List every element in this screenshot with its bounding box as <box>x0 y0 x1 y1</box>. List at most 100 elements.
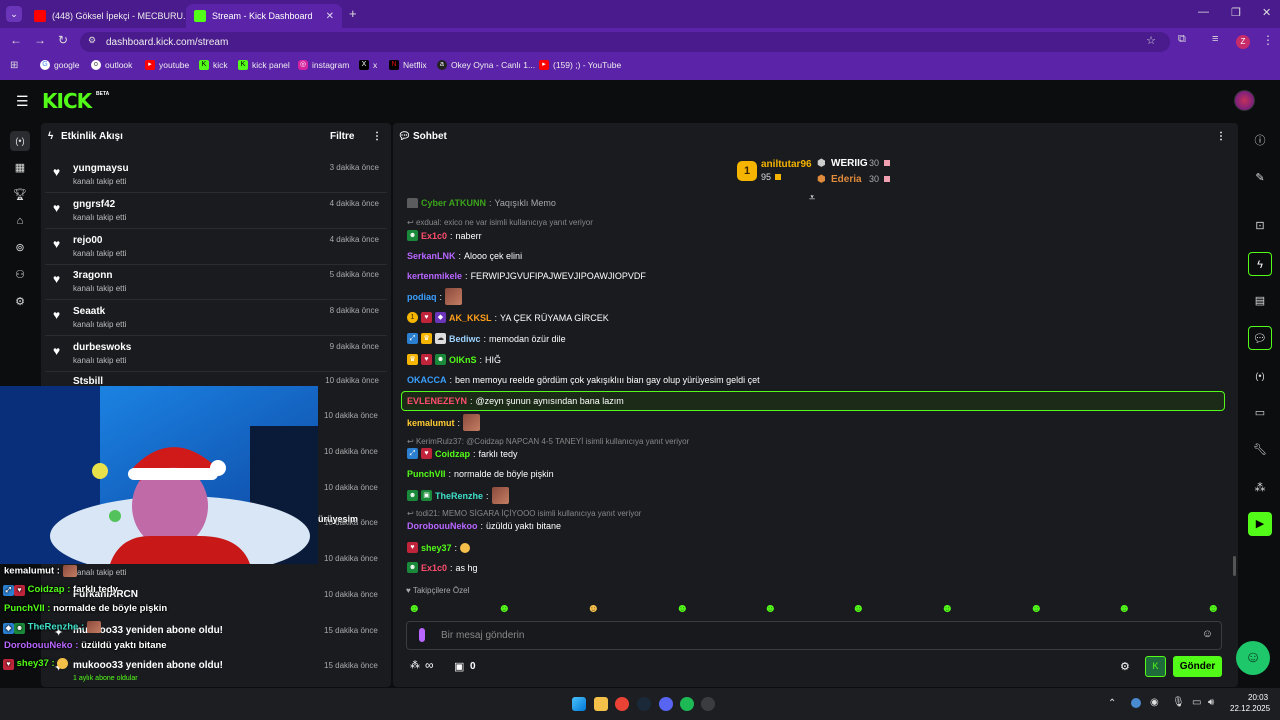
chat-user[interactable]: Ex1c0 <box>421 231 447 241</box>
emote-icon[interactable]: ☻ <box>676 601 689 615</box>
close-tab-icon[interactable]: ✕ <box>326 11 334 22</box>
kick-points-icon[interactable]: ⁂ <box>410 660 420 671</box>
activity-user[interactable]: rejo00 <box>73 235 102 246</box>
chat-user[interactable]: Ex1c0 <box>421 563 447 573</box>
activity-user[interactable]: Seaatk <box>73 306 105 317</box>
profile-avatar[interactable]: Z <box>1236 35 1250 49</box>
activity-user[interactable]: durbeswoks <box>73 342 131 353</box>
bookmark-netflix[interactable]: N Netflix <box>389 60 427 70</box>
chat-user[interactable]: EVLENEZEYN <box>407 396 467 406</box>
network-icon[interactable]: ▭ <box>1192 697 1201 708</box>
info-icon[interactable]: ⓘ <box>1248 129 1272 153</box>
emote-icon[interactable]: ☻ <box>941 601 954 615</box>
emote-icon[interactable]: ☻ <box>764 601 777 615</box>
chat-user[interactable]: podiaq <box>407 292 437 302</box>
activity-menu-icon[interactable]: ⋮ <box>372 131 382 142</box>
reload-icon[interactable]: ↻ <box>58 33 68 47</box>
leader-second-name[interactable]: WERIIG <box>831 158 868 169</box>
minimize-icon[interactable]: — <box>1198 6 1209 18</box>
leader-first-name[interactable]: aniltutar96 <box>761 159 812 170</box>
file-explorer-icon[interactable] <box>594 697 608 711</box>
chat-user[interactable]: TheRenzhe <box>435 491 483 501</box>
notes-icon[interactable]: ▤ <box>1248 289 1272 313</box>
maximize-icon[interactable]: ❐ <box>1231 6 1241 19</box>
send-button[interactable]: Gönder <box>1173 656 1222 677</box>
bookmark-kick-panel[interactable]: Kkick panel <box>238 60 290 70</box>
bookmark-google[interactable]: Ggoogle <box>40 60 80 70</box>
activity-user[interactable]: yungmaysu <box>73 163 129 174</box>
hamburger-icon[interactable]: ☰ <box>16 93 29 110</box>
chrome-icon[interactable] <box>615 697 629 711</box>
tray-expand-icon[interactable]: ⌃ <box>1108 698 1116 709</box>
forward-icon[interactable]: → <box>34 33 46 47</box>
leader-third-name[interactable]: Ederia <box>831 174 862 185</box>
chat-settings-icon[interactable]: ⚙ <box>1120 660 1130 673</box>
chat-scrollbar[interactable] <box>1233 556 1236 576</box>
emote-icon[interactable]: ☻ <box>408 601 421 615</box>
bookmark-x[interactable]: Xx <box>359 60 377 70</box>
extensions-icon[interactable]: ⧉ <box>1178 33 1186 46</box>
media-icon[interactable]: ≡ <box>1212 33 1218 45</box>
new-tab-button[interactable]: + <box>349 6 357 21</box>
emote-icon[interactable]: ☻ <box>1030 601 1043 615</box>
support-chat-icon[interactable]: ☺ <box>1236 641 1270 675</box>
settings-icon[interactable]: ⚙ <box>10 292 30 312</box>
mic-tray-icon[interactable]: 🎙︎ <box>1172 697 1185 708</box>
back-icon[interactable]: ← <box>10 33 22 47</box>
chat-user[interactable]: kertenmikele <box>407 271 462 281</box>
bookmark-youtube[interactable]: ▸ youtube <box>145 60 189 70</box>
collapse-leaderboard-icon[interactable]: ⩡ <box>809 192 815 205</box>
filter-button[interactable]: Filtre <box>330 131 354 142</box>
chat-user[interactable]: kemalumut <box>407 418 455 428</box>
menu-icon[interactable]: ⋮ <box>1262 33 1274 47</box>
kick-points-icon[interactable]: ⁂ <box>1248 476 1272 500</box>
tools-icon[interactable]: 🔧︎ <box>1248 438 1272 462</box>
close-window-icon[interactable]: ✕ <box>1262 6 1271 19</box>
discord-icon[interactable] <box>659 697 673 711</box>
kick-logo[interactable]: KICK <box>42 89 92 113</box>
volume-icon[interactable]: 🔊︎ <box>1208 697 1214 708</box>
bookmark-youtube-2[interactable]: ▸ (159) ;) - YouTube <box>539 60 621 70</box>
bookmark-instagram[interactable]: ◎ instagram <box>298 60 349 70</box>
activity-user[interactable]: gngrsf42 <box>73 199 115 210</box>
chat-menu-icon[interactable]: ⋮ <box>1216 131 1226 142</box>
emoji-picker-icon[interactable]: ☺ <box>1202 628 1213 640</box>
steam-icon[interactable] <box>637 697 651 711</box>
mic-icon[interactable] <box>419 628 425 642</box>
stream-icon[interactable]: (•) <box>10 131 30 151</box>
tab-search-icon[interactable]: ⌄ <box>6 6 22 22</box>
layout-icon[interactable]: ▭ <box>1248 401 1272 425</box>
spotify-icon[interactable] <box>680 697 694 711</box>
chat-user[interactable]: PunchVII <box>407 469 446 479</box>
url-input[interactable]: ⚙ dashboard.kick.com/stream ☆ <box>80 32 1170 52</box>
start-icon[interactable] <box>572 697 586 711</box>
emote-icon[interactable]: ☻ <box>587 601 600 615</box>
tray-app-icon[interactable] <box>1131 698 1141 708</box>
chat-user[interactable]: Cyber ATKUNN <box>421 198 486 208</box>
emote-icon[interactable]: ☻ <box>852 601 865 615</box>
tab-kick-dashboard[interactable]: Stream - Kick Dashboard ✕ <box>186 4 342 28</box>
chat-user[interactable]: SerkanLNK <box>407 251 456 261</box>
kick-bot-icon[interactable]: K <box>1145 656 1166 677</box>
clock-time[interactable]: 20:03 <box>1248 693 1268 702</box>
edit-icon[interactable]: ✎ <box>1248 166 1272 190</box>
bookmark-kick[interactable]: Kkick <box>199 60 228 70</box>
activity-feed-icon[interactable]: ϟ <box>1248 252 1272 276</box>
scan-icon[interactable]: ⊡ <box>1248 214 1272 238</box>
clock-date[interactable]: 22.12.2025 <box>1230 704 1270 713</box>
site-info-icon[interactable]: ⚙ <box>88 35 96 46</box>
chat-user[interactable]: DorobouuNekoo <box>407 521 478 531</box>
chat-icon[interactable]: 💬︎ <box>1248 326 1272 350</box>
emote-icon[interactable]: ☻ <box>498 601 511 615</box>
star-icon[interactable]: ☆ <box>1146 34 1156 47</box>
activity-user[interactable]: 3ragonn <box>73 270 112 281</box>
user-avatar[interactable] <box>1234 90 1255 111</box>
moderation-icon[interactable]: ⊚ <box>10 238 30 258</box>
cake-icon[interactable]: ⌂ <box>10 211 30 231</box>
apps-icon[interactable]: ⊞ <box>10 60 18 71</box>
emote-icon[interactable]: ☻ <box>1207 601 1220 615</box>
message-input[interactable]: Bir mesaj gönderin ☺ <box>406 621 1222 650</box>
community-icon[interactable]: ⚇ <box>10 265 30 285</box>
obs-icon[interactable] <box>701 697 715 711</box>
trophy-icon[interactable]: 🏆︎ <box>10 185 30 205</box>
